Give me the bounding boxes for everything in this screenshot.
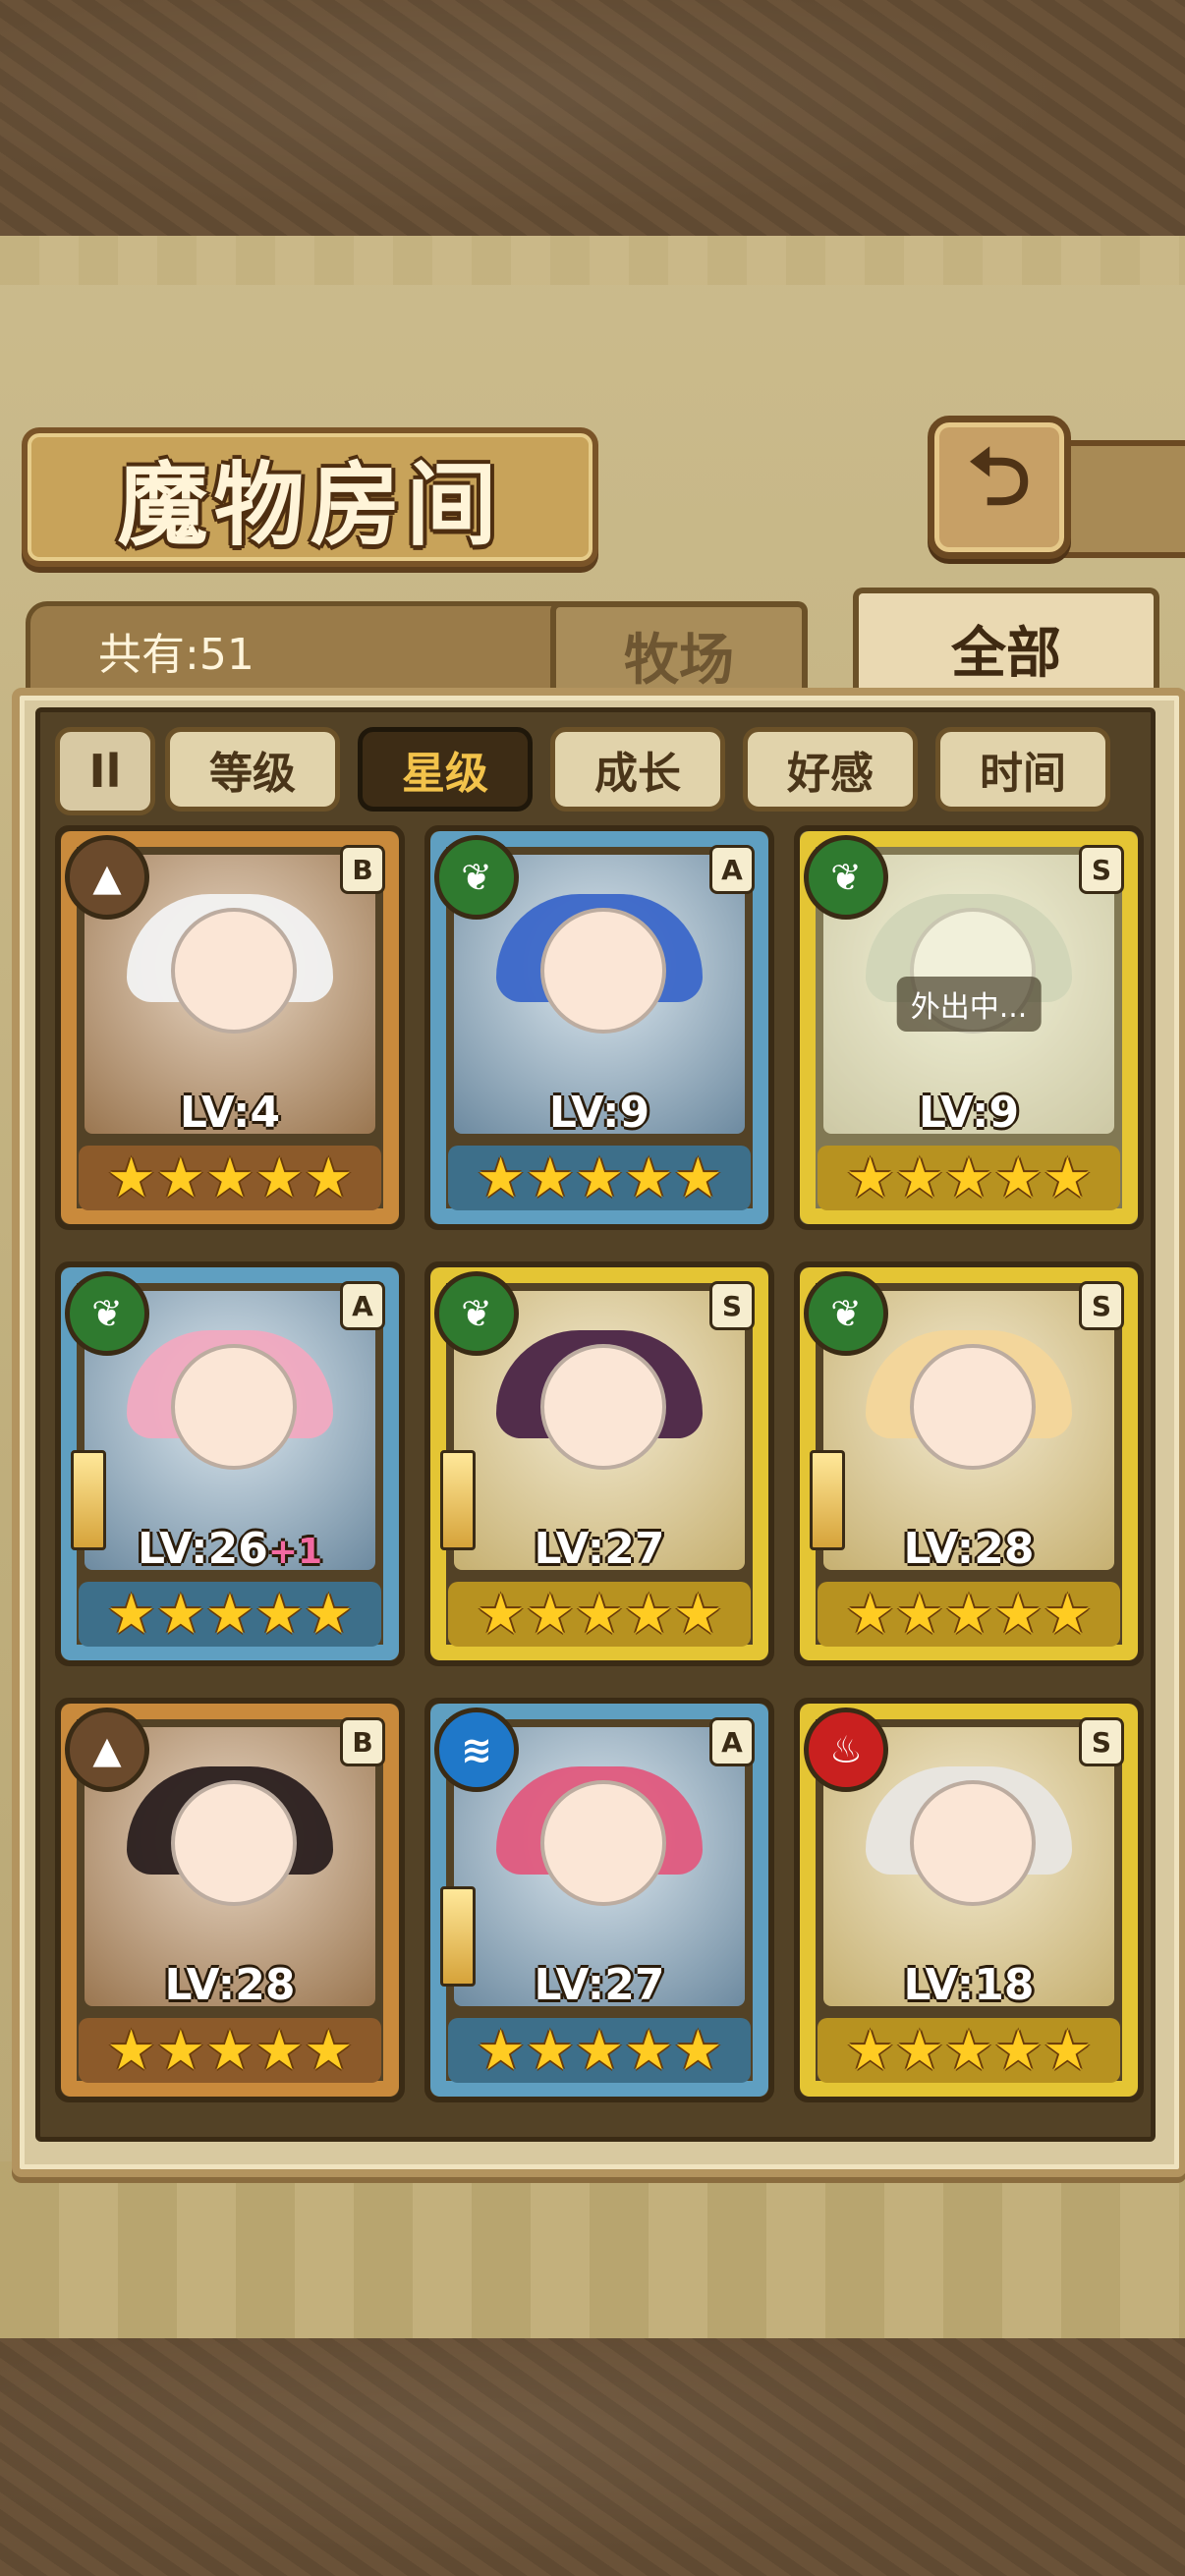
bottom-background — [0, 2338, 1185, 2576]
flame-icon: ♨ — [804, 1708, 888, 1792]
map-bottom-strip — [0, 2161, 1185, 2338]
star-rating: ★★★★★ — [448, 2018, 751, 2083]
top-background — [0, 0, 1185, 236]
star-rating: ★★★★★ — [818, 1582, 1120, 1647]
rank-badge: A — [340, 1281, 385, 1330]
leaf-icon: ❦ — [804, 835, 888, 920]
level-value: LV:26 — [137, 1524, 268, 1574]
water-wave-icon: ≋ — [434, 1708, 519, 1792]
monster-card[interactable]: ♨ S LV:18 ★★★★★ — [794, 1698, 1144, 2102]
star-rating: ★★★★★ — [79, 1582, 381, 1647]
leaf-icon: ❦ — [434, 1271, 519, 1356]
level-value: LV:28 — [164, 1960, 296, 2010]
sort-time-button[interactable]: 时间 — [935, 727, 1110, 812]
sort-star-button[interactable]: 星级 — [358, 727, 533, 812]
rank-badge: B — [340, 1717, 385, 1766]
sort-affection-button[interactable]: 好感 — [743, 727, 918, 812]
sort-order-toggle[interactable]: Il — [55, 727, 155, 815]
monster-count: 共有:51 — [98, 630, 254, 680]
leaf-icon: ❦ — [804, 1271, 888, 1356]
monster-level: LV:4 — [61, 1088, 399, 1138]
rank-badge: S — [709, 1281, 755, 1330]
back-arrow-icon: ⮌ — [967, 431, 1032, 523]
sort-growth-button[interactable]: 成长 — [550, 727, 725, 812]
monster-level: LV:9 — [800, 1088, 1138, 1138]
rank-badge: B — [340, 845, 385, 894]
monster-card[interactable]: ❦ S LV:28 ★★★★★ — [794, 1261, 1144, 1666]
mountain-icon: ▲ — [65, 1708, 149, 1792]
level-bonus: +1 — [267, 1532, 323, 1572]
page-title: 魔物房间 — [117, 451, 503, 558]
leaf-icon: ❦ — [65, 1271, 149, 1356]
monster-level: LV:28 — [61, 1960, 399, 2010]
star-rating: ★★★★★ — [818, 1146, 1120, 1210]
back-button-tail — [1051, 440, 1185, 558]
level-value: LV:18 — [903, 1960, 1035, 2010]
star-rating: ★★★★★ — [448, 1146, 751, 1210]
monster-card[interactable]: ▲ B LV:28 ★★★★★ — [55, 1698, 405, 2102]
monster-card[interactable]: ≋ A LV:27 ★★★★★ — [424, 1698, 774, 2102]
rank-badge: S — [1079, 1281, 1124, 1330]
monster-level: LV:27 — [430, 1524, 768, 1574]
tab-all[interactable]: 全部 — [853, 588, 1159, 703]
monster-card[interactable]: ❦ S LV:27 ★★★★★ — [424, 1261, 774, 1666]
level-value: LV:4 — [179, 1088, 281, 1138]
monster-card[interactable]: ❦ A LV:9 ★★★★★ — [424, 825, 774, 1230]
leaf-icon: ❦ — [434, 835, 519, 920]
monster-level: LV:28 — [800, 1524, 1138, 1574]
star-rating: ★★★★★ — [448, 1582, 751, 1647]
back-button[interactable]: ⮌ — [928, 416, 1071, 559]
level-value: LV:27 — [534, 1960, 665, 2010]
sort-order-icon: Il — [88, 745, 122, 798]
monster-card[interactable]: ❦ S 外出中... LV:9 ★★★★★ — [794, 825, 1144, 1230]
rank-badge: A — [709, 845, 755, 894]
monster-level: LV:18 — [800, 1960, 1138, 2010]
level-value: LV:9 — [548, 1088, 650, 1138]
level-value: LV:27 — [534, 1524, 665, 1574]
mountain-icon: ▲ — [65, 835, 149, 920]
level-value: LV:28 — [903, 1524, 1035, 1574]
monster-card[interactable]: ▲ B LV:4 ★★★★★ — [55, 825, 405, 1230]
rank-badge: S — [1079, 1717, 1124, 1766]
page-title-plate: 魔物房间 — [22, 427, 598, 567]
star-rating: ★★★★★ — [818, 2018, 1120, 2083]
rank-badge: S — [1079, 845, 1124, 894]
rank-badge: A — [709, 1717, 755, 1766]
monster-level: LV:26+1 — [61, 1524, 399, 1574]
star-rating: ★★★★★ — [79, 1146, 381, 1210]
level-value: LV:9 — [918, 1088, 1020, 1138]
monster-level: LV:9 — [430, 1088, 768, 1138]
monster-level: LV:27 — [430, 1960, 768, 2010]
sort-level-button[interactable]: 等级 — [165, 727, 340, 812]
star-rating: ★★★★★ — [79, 2018, 381, 2083]
monster-card[interactable]: ❦ A LV:26+1 ★★★★★ — [55, 1261, 405, 1666]
away-status: 外出中... — [896, 977, 1042, 1032]
